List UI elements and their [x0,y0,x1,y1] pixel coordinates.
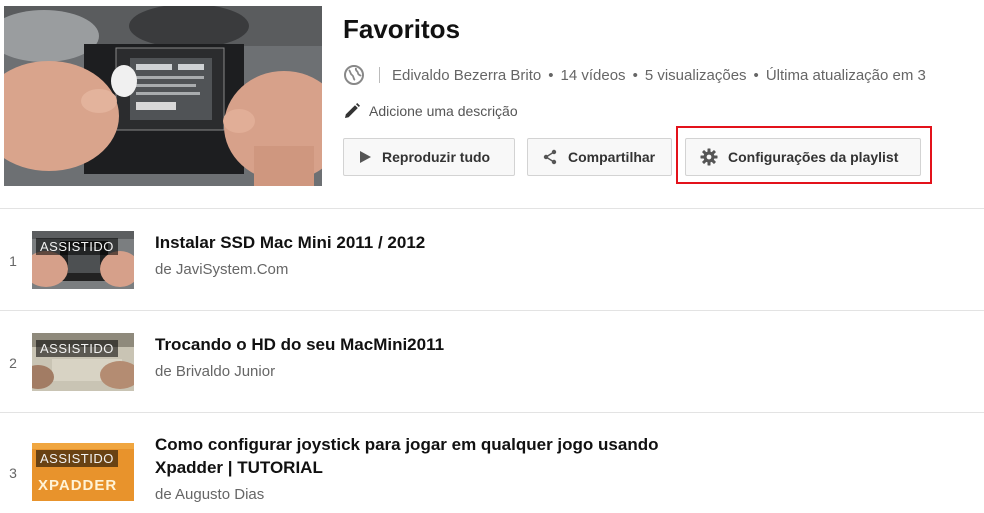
play-all-button[interactable]: Reproduzir tudo [343,138,515,176]
bullet-separator: • [548,66,554,84]
watched-badge: ASSISTIDO [36,450,118,467]
playlist-title: Favoritos [343,14,461,44]
playlist-video-row[interactable]: 1 ASSISTIDO Instalar SSD Mac Mini 2011 /… [0,209,984,309]
video-title[interactable]: Trocando o HD do seu MacMini2011 [155,333,695,356]
video-index: 3 [9,465,17,481]
video-thumbnail[interactable]: ASSISTIDO XPADDER [32,443,134,501]
bullet-separator: • [632,66,638,84]
video-thumbnail[interactable]: ASSISTIDO [32,231,134,289]
playlist-header: Favoritos Edivaldo Bezerra Brito • 14 ví… [0,0,984,208]
playlist-thumbnail[interactable] [4,6,322,186]
video-author[interactable]: de Augusto Dias [155,486,264,503]
video-title[interactable]: Instalar SSD Mac Mini 2011 / 2012 [155,231,695,254]
highlight-box [676,126,932,184]
playlist-video-row[interactable]: 3 ASSISTIDO XPADDER Como configurar joys… [0,413,984,513]
last-updated: Última atualização em 3 [765,66,926,84]
share-icon [543,149,557,165]
video-index: 2 [9,355,17,371]
playlist-meta: Edivaldo Bezerra Brito • 14 vídeos • 5 v… [343,62,984,88]
watched-badge: ASSISTIDO [36,238,118,255]
play-all-label: Reproduzir tudo [382,149,491,165]
play-icon [360,151,371,163]
pencil-icon [345,103,360,118]
video-author[interactable]: de JaviSystem.Com [155,261,288,278]
watched-badge: ASSISTIDO [36,340,118,357]
globe-icon[interactable] [343,64,365,86]
view-count: 5 visualizações [644,66,747,84]
share-label: Compartilhar [568,149,656,165]
playlist-owner[interactable]: Edivaldo Bezerra Brito [392,67,541,84]
bullet-separator: • [753,66,759,84]
video-count: 14 vídeos [560,66,626,84]
video-index: 1 [9,253,17,269]
add-description-label: Adicione uma descrição [369,103,518,119]
share-button[interactable]: Compartilhar [527,138,672,176]
playlist-video-row[interactable]: 2 ASSISTIDO Trocando o HD do seu MacMini… [0,311,984,411]
video-author[interactable]: de Brivaldo Junior [155,363,275,380]
video-thumbnail[interactable]: ASSISTIDO [32,333,134,391]
thumbnail-caption: XPADDER [38,477,118,494]
add-description-link[interactable]: Adicione uma descrição [343,102,518,120]
separator [379,67,380,83]
video-title[interactable]: Como configurar joystick para jogar em q… [155,433,695,479]
